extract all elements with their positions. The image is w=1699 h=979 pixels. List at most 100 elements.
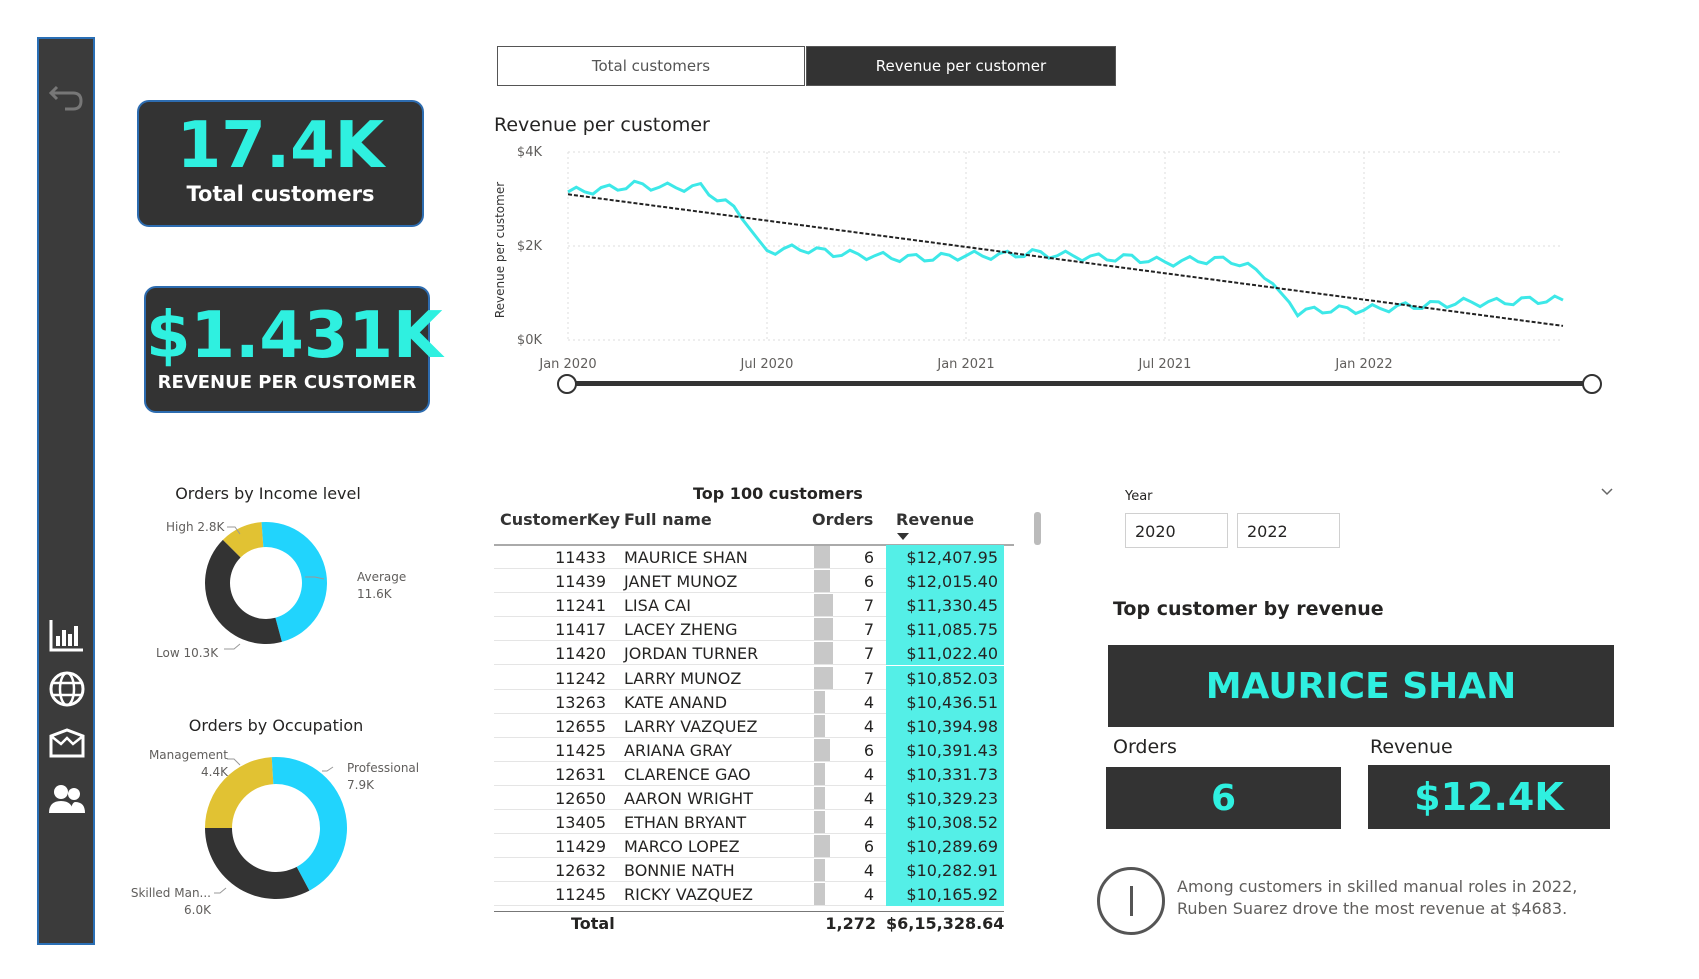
cell-customerkey: 11241: [555, 596, 606, 616]
table-row[interactable]: 13263 KATE ANAND 4 $10,436.51: [494, 689, 1004, 714]
revenue-per-customer-value: $1.431K: [146, 299, 443, 373]
table-row[interactable]: 11433 MAURICE SHAN 6 $12,407.95: [494, 545, 1004, 569]
leader-line: [227, 758, 241, 766]
table-title: Top 100 customers: [693, 484, 863, 503]
top-customer-orders-card: 6: [1106, 767, 1341, 829]
table-row[interactable]: 11425 ARIANA GRAY 6 $10,391.43: [494, 737, 1004, 762]
bar-chart-icon[interactable]: [47, 614, 87, 654]
cell-orders: 4: [863, 716, 874, 736]
table-row[interactable]: 11242 LARRY MUNOZ 7 $10,852.03: [494, 665, 1004, 690]
top-customer-revenue-card: $12.4K: [1368, 765, 1610, 829]
cell-fullname: JANET MUNOZ: [624, 572, 738, 592]
cell-fullname: BONNIE NATH: [624, 861, 735, 881]
revenue-line-series: [567, 179, 1564, 318]
leader-line: [224, 643, 241, 650]
cell-fullname: CLARENCE GAO: [624, 764, 751, 784]
total-customers-toggle[interactable]: Total customers: [497, 46, 805, 86]
cell-orders: 7: [863, 668, 874, 688]
table-row[interactable]: 12632 BONNIE NATH 4 $10,282.91: [494, 858, 1004, 883]
date-slider-end-handle[interactable]: [1582, 374, 1602, 394]
col-header-customerkey[interactable]: CustomerKey: [500, 510, 620, 529]
cell-revenue: $10,331.73: [906, 764, 998, 784]
cell-fullname: JORDAN TURNER: [624, 644, 759, 664]
cell-customerkey: 13405: [555, 813, 606, 833]
cell-customerkey: 11429: [555, 837, 606, 857]
table-row[interactable]: 12631 CLARENCE GAO 4 $10,331.73: [494, 761, 1004, 786]
revenue-per-customer-toggle[interactable]: Revenue per customer: [806, 46, 1116, 86]
date-slider-start-handle[interactable]: [557, 374, 577, 394]
cell-orders: 4: [863, 885, 874, 905]
top-customers-table: CustomerKey Full name Orders Revenue 114…: [494, 510, 1014, 933]
year-to-input[interactable]: 2022: [1237, 513, 1340, 548]
col-header-fullname[interactable]: Full name: [624, 510, 712, 529]
table-row[interactable]: 11429 MARCO LOPEZ 6 $10,289.69: [494, 834, 1004, 859]
cell-customerkey: 11420: [555, 644, 606, 664]
cell-orders: 4: [863, 764, 874, 784]
table-row[interactable]: 11420 JORDAN TURNER 7 $11,022.40: [494, 641, 1004, 666]
table-row[interactable]: 12655 LARRY VAZQUEZ 4 $10,394.98: [494, 713, 1004, 738]
cell-customerkey: 11242: [555, 668, 606, 688]
x-tick-label: Jul 2021: [1138, 357, 1192, 372]
top-customer-name: MAURICE SHAN: [1205, 665, 1517, 707]
globe-icon[interactable]: [47, 669, 87, 709]
col-header-orders[interactable]: Orders: [812, 510, 873, 529]
box-icon[interactable]: [47, 724, 87, 764]
cell-revenue: $10,391.43: [906, 740, 998, 760]
y-tick-label: $4K: [517, 145, 543, 160]
cell-customerkey: 12655: [555, 716, 606, 736]
cell-fullname: LISA CAI: [624, 596, 691, 616]
users-icon[interactable]: [47, 779, 87, 819]
date-slider-track[interactable]: [566, 381, 1592, 386]
cell-fullname: AARON WRIGHT: [624, 789, 753, 808]
sort-desc-icon[interactable]: [897, 533, 909, 540]
top-customer-title: Top customer by revenue: [1113, 598, 1384, 620]
y-axis-label: Revenue per customer: [493, 182, 507, 318]
trend-line: [567, 193, 1564, 327]
cell-fullname: MARCO LOPEZ: [624, 837, 740, 857]
cell-orders: 4: [863, 692, 874, 712]
income-label-low: Low 10.3K: [156, 646, 219, 660]
total-divider: [494, 911, 1004, 912]
cell-revenue: $10,165.92: [906, 885, 998, 905]
donut-slice-professional[interactable]: [271, 757, 347, 891]
cell-revenue: $10,329.23: [906, 789, 998, 808]
x-tick-label: Jan 2022: [1334, 357, 1392, 372]
cell-revenue: $10,282.91: [906, 861, 998, 881]
income-donut-title: Orders by Income level: [175, 484, 361, 503]
cell-orders: 7: [863, 596, 874, 616]
top-customer-name-card: MAURICE SHAN: [1108, 645, 1614, 727]
table-row[interactable]: 11245 RICKY VAZQUEZ 4 $10,165.92: [494, 882, 1004, 907]
year-slicer-label: Year: [1125, 489, 1153, 504]
occupation-donut-title: Orders by Occupation: [188, 716, 364, 735]
line-chart-title: Revenue per customer: [494, 114, 710, 136]
table-row[interactable]: 12650 AARON WRIGHT 4 $10,329.23: [494, 786, 1004, 810]
cell-fullname: LACEY ZHENG: [624, 620, 738, 640]
cell-customerkey: 13263: [555, 692, 606, 712]
donut-slice-low[interactable]: [205, 539, 282, 644]
cell-revenue: $11,085.75: [906, 620, 998, 640]
year-from-input[interactable]: 2020: [1125, 513, 1228, 548]
table-row[interactable]: 11439 JANET MUNOZ 6 $12,015.40: [494, 569, 1004, 594]
cell-orders: 6: [863, 572, 874, 592]
income-label-high: High 2.8K: [166, 520, 225, 534]
top-customer-orders-label: Orders: [1113, 736, 1177, 758]
cell-customerkey: 11439: [555, 572, 606, 592]
table-row[interactable]: 11417 LACEY ZHENG 7 $11,085.75: [494, 617, 1004, 642]
cell-revenue: $10,289.69: [906, 837, 998, 857]
table-scrollbar[interactable]: [1034, 512, 1041, 545]
table-row[interactable]: 13405 ETHAN BRYANT 4 $10,308.52: [494, 810, 1004, 835]
table-row[interactable]: 11241 LISA CAI 7 $11,330.45: [494, 593, 1004, 618]
back-icon[interactable]: [47, 73, 87, 113]
sidebar: [37, 37, 95, 945]
cell-revenue: $12,407.95: [906, 548, 998, 567]
x-tick-label: Jan 2021: [936, 357, 994, 372]
cell-orders: 6: [863, 740, 874, 760]
cell-customerkey: 12632: [555, 861, 606, 881]
info-icon: [1097, 867, 1165, 935]
chevron-down-icon[interactable]: [1600, 484, 1614, 501]
cell-orders: 6: [863, 837, 874, 857]
donut-slice-skilledman[interactable]: [205, 828, 310, 899]
cell-orders: 7: [863, 620, 874, 640]
col-header-revenue[interactable]: Revenue: [896, 510, 974, 529]
cell-revenue: $10,436.51: [906, 692, 998, 712]
